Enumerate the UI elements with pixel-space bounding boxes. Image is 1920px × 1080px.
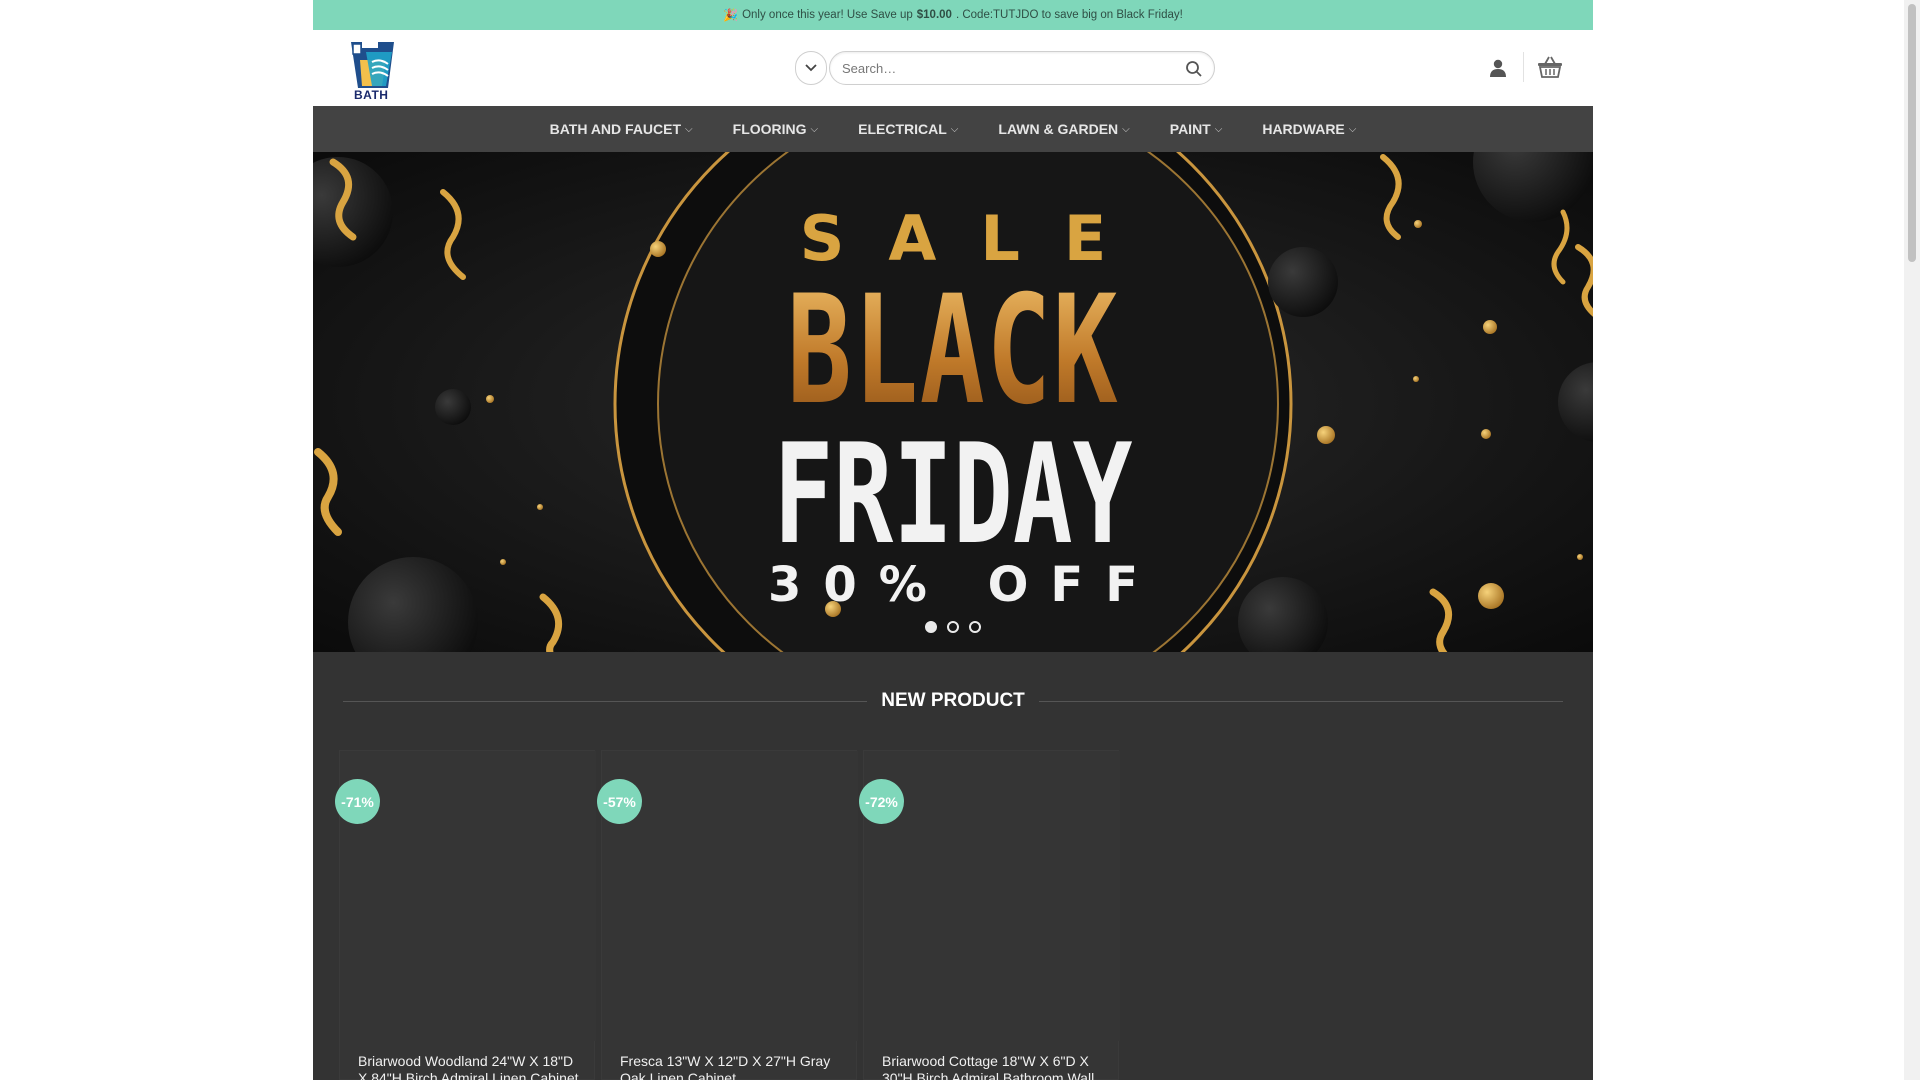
product-title[interactable]: Briarwood Woodland 24"W X 18"D X 84"H Bi… <box>358 1053 584 1080</box>
nav-item-label: FLOORING <box>732 121 807 137</box>
page: 🎉 Only once this year! Use Save up $10.0… <box>313 0 1593 1080</box>
discount-badge: -57% <box>597 779 642 824</box>
slider-dot-2[interactable] <box>947 621 959 633</box>
nav-item-bath-and-faucet[interactable]: BATH AND FAUCET ⌵ <box>530 121 713 137</box>
main-nav: BATH AND FAUCET ⌵ FLOORING ⌵ ELECTRICAL … <box>313 106 1593 152</box>
slider-dot-1[interactable] <box>925 621 937 633</box>
account-button[interactable] <box>1486 56 1510 80</box>
category-dropdown-toggle[interactable] <box>795 51 827 85</box>
nav-item-label: BATH AND FAUCET <box>549 121 682 137</box>
party-popper-icon: 🎉 <box>723 8 739 22</box>
product-card[interactable]: -71% Briarwood Woodland 24"W X 18"D X 84… <box>335 750 596 1080</box>
scrollbar-thumb[interactable] <box>1908 4 1916 262</box>
nav-item-lawn-and-garden[interactable]: LAWN & GARDEN ⌵ <box>978 121 1149 137</box>
hero-discount-text: 30% OFF <box>768 557 1160 613</box>
nav-item-paint[interactable]: PAINT ⌵ <box>1150 121 1243 137</box>
section-header: NEW PRODUCT <box>343 686 1563 716</box>
nav-item-hardware[interactable]: HARDWARE ⌵ <box>1242 121 1376 137</box>
search-button[interactable] <box>1184 59 1204 79</box>
chevron-down-icon: ⌵ <box>1348 123 1357 135</box>
logo-text: BATH <box>354 88 389 102</box>
hero-slider[interactable]: SALE BLACK FRIDAY 30% OFF <box>313 152 1593 652</box>
product-card[interactable]: -57% Fresca 13"W X 12"D X 27"H Gray Oak … <box>597 750 858 1080</box>
product-grid: -71% Briarwood Woodland 24"W X 18"D X 84… <box>335 750 1139 1080</box>
chevron-down-icon: ⌵ <box>685 123 693 135</box>
chevron-down-icon: ⌵ <box>1122 123 1130 135</box>
chevron-down-icon: ⌵ <box>1214 123 1223 135</box>
basket-icon <box>1538 56 1562 78</box>
promo-text-before: Only once this year! Use Save up <box>742 9 913 21</box>
nav-item-flooring[interactable]: FLOORING ⌵ <box>713 121 838 137</box>
nav-item-label: ELECTRICAL <box>858 121 947 137</box>
page-scrollbar[interactable] <box>1904 0 1920 1080</box>
hero-friday-text: FRIDAY <box>773 414 1133 575</box>
divider-line <box>343 700 868 702</box>
chevron-down-icon: ⌵ <box>950 123 959 135</box>
nav-item-label: LAWN & GARDEN <box>998 121 1119 137</box>
discount-badge: -72% <box>859 779 904 824</box>
header-divider <box>1523 52 1524 82</box>
hero-black-text: BLACK <box>492 264 1414 438</box>
promo-bar: 🎉 Only once this year! Use Save up $10.0… <box>313 0 1593 30</box>
section-title: NEW PRODUCT <box>881 690 1025 711</box>
nav-item-label: PAINT <box>1169 121 1211 137</box>
product-title[interactable]: Fresca 13"W X 12"D X 27"H Gray Oak Linen… <box>620 1053 846 1080</box>
slider-dots <box>313 621 1593 633</box>
site-logo[interactable]: BATH <box>348 38 398 104</box>
cart-button[interactable] <box>1536 54 1564 80</box>
search-box <box>829 51 1215 85</box>
discount-badge: -71% <box>335 779 380 824</box>
nav-item-label: HARDWARE <box>1262 121 1345 137</box>
chevron-down-icon <box>805 64 817 72</box>
search-input[interactable] <box>842 52 1162 84</box>
nav-item-electrical[interactable]: ELECTRICAL ⌵ <box>838 121 978 137</box>
site-header: BATH <box>313 30 1593 106</box>
slider-dot-3[interactable] <box>969 621 981 633</box>
divider-line <box>1038 700 1563 702</box>
promo-amount: $10.00 <box>916 9 952 21</box>
product-title[interactable]: Briarwood Cottage 18"W X 6"D X 30"H Birc… <box>882 1053 1108 1080</box>
search-icon <box>1186 61 1202 77</box>
chevron-down-icon: ⌵ <box>810 123 819 135</box>
user-icon <box>1490 59 1506 77</box>
promo-text-after: . Code:TUTJDO to save big on Black Frida… <box>955 9 1183 21</box>
product-card[interactable]: -72% Briarwood Cottage 18"W X 6"D X 30"H… <box>859 750 1120 1080</box>
